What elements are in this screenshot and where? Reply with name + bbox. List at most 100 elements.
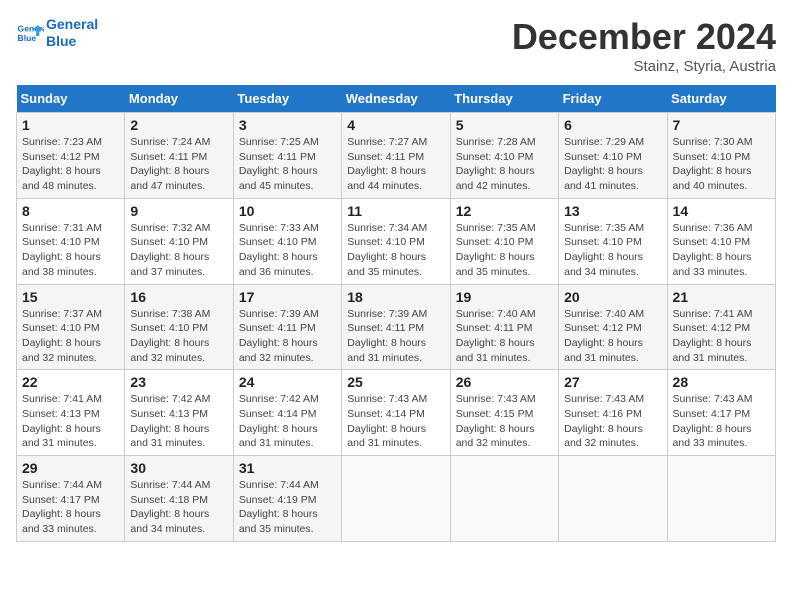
calendar-cell [667,456,775,542]
column-header-friday: Friday [559,85,667,113]
column-header-thursday: Thursday [450,85,558,113]
day-info: Sunrise: 7:29 AMSunset: 4:10 PMDaylight:… [564,135,661,194]
column-header-monday: Monday [125,85,233,113]
day-info: Sunrise: 7:35 AMSunset: 4:10 PMDaylight:… [564,221,661,280]
calendar-week-1: 1 Sunrise: 7:23 AMSunset: 4:12 PMDaylight… [17,113,776,199]
day-number: 9 [130,203,227,219]
calendar-cell [342,456,450,542]
calendar-cell: 19 Sunrise: 7:40 AMSunset: 4:11 PMDayligh… [450,284,558,370]
calendar-cell: 11 Sunrise: 7:34 AMSunset: 4:10 PMDayligh… [342,198,450,284]
calendar-cell: 16 Sunrise: 7:38 AMSunset: 4:10 PMDayligh… [125,284,233,370]
calendar-cell: 29 Sunrise: 7:44 AMSunset: 4:17 PMDayligh… [17,456,125,542]
calendar-header-row: SundayMondayTuesdayWednesdayThursdayFrid… [17,85,776,113]
day-number: 28 [673,374,770,390]
calendar-cell: 30 Sunrise: 7:44 AMSunset: 4:18 PMDayligh… [125,456,233,542]
day-info: Sunrise: 7:31 AMSunset: 4:10 PMDaylight:… [22,221,119,280]
day-info: Sunrise: 7:38 AMSunset: 4:10 PMDaylight:… [130,307,227,366]
calendar-cell: 5Sunrise: 7:28 AMSunset: 4:10 PMDaylight… [450,113,558,199]
location-subtitle: Stainz, Styria, Austria [512,58,776,75]
column-header-saturday: Saturday [667,85,775,113]
day-info: Sunrise: 7:43 AMSunset: 4:17 PMDaylight:… [673,392,770,451]
column-header-wednesday: Wednesday [342,85,450,113]
calendar-cell: 10 Sunrise: 7:33 AMSunset: 4:10 PMDayligh… [233,198,341,284]
title-block: December 2024 Stainz, Styria, Austria [512,16,776,75]
day-info: Sunrise: 7:24 AMSunset: 4:11 PMDaylight:… [130,135,227,194]
calendar-week-2: 8Sunrise: 7:31 AMSunset: 4:10 PMDaylight… [17,198,776,284]
day-number: 16 [130,289,227,305]
day-number: 11 [347,203,444,219]
day-number: 6 [564,117,661,133]
day-number: 7 [673,117,770,133]
calendar-cell: 1 Sunrise: 7:23 AMSunset: 4:12 PMDaylight… [17,113,125,199]
day-info: Sunrise: 7:25 AMSunset: 4:11 PMDaylight:… [239,135,336,194]
day-info: Sunrise: 7:43 AMSunset: 4:14 PMDaylight:… [347,392,444,451]
day-info: Sunrise: 7:27 AMSunset: 4:11 PMDaylight:… [347,135,444,194]
day-info: Sunrise: 7:37 AMSunset: 4:10 PMDaylight:… [22,307,119,366]
day-number: 20 [564,289,661,305]
day-info: Sunrise: 7:43 AMSunset: 4:16 PMDaylight:… [564,392,661,451]
day-info: Sunrise: 7:23 AMSunset: 4:12 PMDaylight:… [22,135,119,194]
column-header-tuesday: Tuesday [233,85,341,113]
month-title: December 2024 [512,16,776,58]
day-number: 2 [130,117,227,133]
calendar-cell: 6 Sunrise: 7:29 AMSunset: 4:10 PMDaylight… [559,113,667,199]
calendar-cell: 4 Sunrise: 7:27 AMSunset: 4:11 PMDaylight… [342,113,450,199]
logo-text: GeneralBlue [46,16,98,50]
day-info: Sunrise: 7:35 AMSunset: 4:10 PMDaylight:… [456,221,553,280]
day-number: 12 [456,203,553,219]
day-number: 10 [239,203,336,219]
day-info: Sunrise: 7:30 AMSunset: 4:10 PMDaylight:… [673,135,770,194]
calendar-cell [559,456,667,542]
day-info: Sunrise: 7:44 AMSunset: 4:19 PMDaylight:… [239,478,336,537]
calendar-cell: 27 Sunrise: 7:43 AMSunset: 4:16 PMDayligh… [559,370,667,456]
day-number: 25 [347,374,444,390]
day-number: 24 [239,374,336,390]
day-number: 1 [22,117,119,133]
calendar-cell: 18Sunrise: 7:39 AMSunset: 4:11 PMDayligh… [342,284,450,370]
calendar-cell: 3 Sunrise: 7:25 AMSunset: 4:11 PMDaylight… [233,113,341,199]
column-header-sunday: Sunday [17,85,125,113]
day-number: 18 [347,289,444,305]
calendar-cell: 28 Sunrise: 7:43 AMSunset: 4:17 PMDayligh… [667,370,775,456]
day-number: 15 [22,289,119,305]
calendar-cell: 9 Sunrise: 7:32 AMSunset: 4:10 PMDaylight… [125,198,233,284]
day-info: Sunrise: 7:44 AMSunset: 4:18 PMDaylight:… [130,478,227,537]
day-number: 19 [456,289,553,305]
calendar-table: SundayMondayTuesdayWednesdayThursdayFrid… [16,85,776,542]
day-number: 4 [347,117,444,133]
day-info: Sunrise: 7:28 AMSunset: 4:10 PMDaylight:… [456,135,553,194]
day-number: 29 [22,460,119,476]
day-info: Sunrise: 7:41 AMSunset: 4:13 PMDaylight:… [22,392,119,451]
calendar-cell: 23 Sunrise: 7:42 AMSunset: 4:13 PMDayligh… [125,370,233,456]
day-info: Sunrise: 7:42 AMSunset: 4:14 PMDaylight:… [239,392,336,451]
day-info: Sunrise: 7:34 AMSunset: 4:10 PMDaylight:… [347,221,444,280]
day-info: Sunrise: 7:40 AMSunset: 4:11 PMDaylight:… [456,307,553,366]
calendar-cell: 2 Sunrise: 7:24 AMSunset: 4:11 PMDaylight… [125,113,233,199]
calendar-cell: 31Sunrise: 7:44 AMSunset: 4:19 PMDayligh… [233,456,341,542]
day-info: Sunrise: 7:44 AMSunset: 4:17 PMDaylight:… [22,478,119,537]
calendar-cell: 13Sunrise: 7:35 AMSunset: 4:10 PMDayligh… [559,198,667,284]
day-info: Sunrise: 7:43 AMSunset: 4:15 PMDaylight:… [456,392,553,451]
day-number: 23 [130,374,227,390]
day-number: 3 [239,117,336,133]
day-number: 27 [564,374,661,390]
calendar-cell: 7 Sunrise: 7:30 AMSunset: 4:10 PMDaylight… [667,113,775,199]
calendar-cell: 22Sunrise: 7:41 AMSunset: 4:13 PMDayligh… [17,370,125,456]
day-info: Sunrise: 7:33 AMSunset: 4:10 PMDaylight:… [239,221,336,280]
calendar-cell: 8Sunrise: 7:31 AMSunset: 4:10 PMDaylight… [17,198,125,284]
calendar-cell: 20 Sunrise: 7:40 AMSunset: 4:12 PMDayligh… [559,284,667,370]
day-info: Sunrise: 7:36 AMSunset: 4:10 PMDaylight:… [673,221,770,280]
calendar-week-4: 22Sunrise: 7:41 AMSunset: 4:13 PMDayligh… [17,370,776,456]
day-number: 30 [130,460,227,476]
calendar-cell: 15 Sunrise: 7:37 AMSunset: 4:10 PMDayligh… [17,284,125,370]
day-info: Sunrise: 7:42 AMSunset: 4:13 PMDaylight:… [130,392,227,451]
calendar-cell: 24 Sunrise: 7:42 AMSunset: 4:14 PMDayligh… [233,370,341,456]
calendar-cell: 17Sunrise: 7:39 AMSunset: 4:11 PMDayligh… [233,284,341,370]
day-info: Sunrise: 7:40 AMSunset: 4:12 PMDaylight:… [564,307,661,366]
svg-text:Blue: Blue [18,33,37,43]
calendar-week-3: 15 Sunrise: 7:37 AMSunset: 4:10 PMDayligh… [17,284,776,370]
day-info: Sunrise: 7:32 AMSunset: 4:10 PMDaylight:… [130,221,227,280]
calendar-cell: 26Sunrise: 7:43 AMSunset: 4:15 PMDayligh… [450,370,558,456]
calendar-cell: 21Sunrise: 7:41 AMSunset: 4:12 PMDayligh… [667,284,775,370]
calendar-body: 1 Sunrise: 7:23 AMSunset: 4:12 PMDaylight… [17,113,776,542]
